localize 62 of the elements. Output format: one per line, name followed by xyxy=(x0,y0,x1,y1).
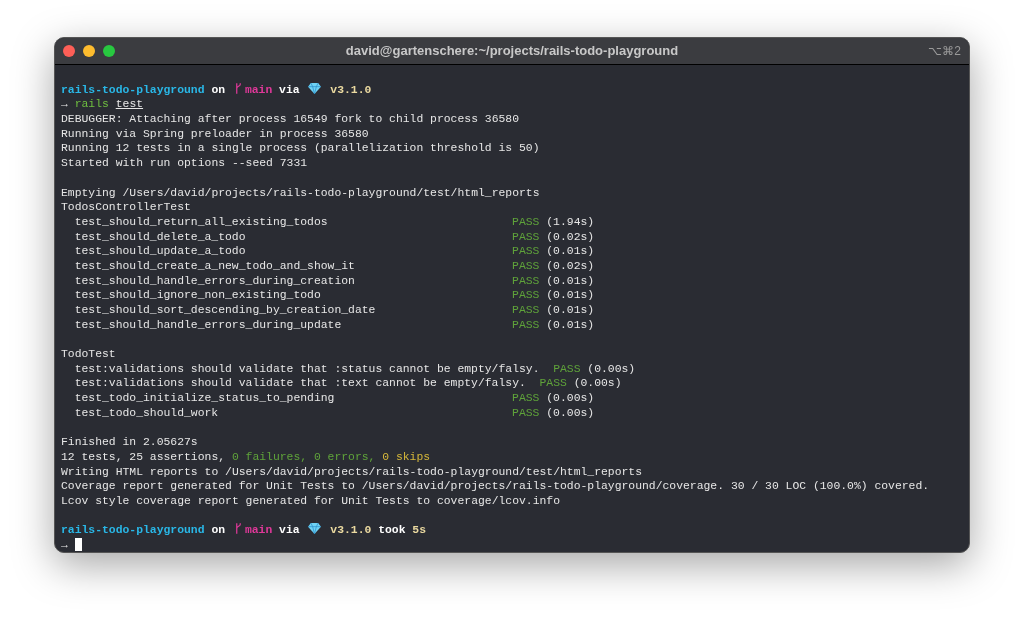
branch-icon xyxy=(234,82,242,94)
branch-name: main xyxy=(244,524,273,537)
test-result: PASS (0.01s) xyxy=(512,304,595,316)
prompt-text: via xyxy=(279,524,300,537)
prompt-text: via xyxy=(279,83,300,96)
test-result: PASS (0.00s) xyxy=(512,392,595,405)
prompt-directory: rails-todo-playground xyxy=(61,524,205,537)
test-name: test_todo_initialize_status_to_pending xyxy=(74,391,336,406)
prompt-text: took xyxy=(378,524,406,537)
window-title: david@gartenschere:~/projects/rails-todo-playground xyxy=(345,42,679,61)
terminal-line: Finished in 2.05627s xyxy=(61,436,198,449)
window-shortcut: ⌥⌘2 xyxy=(928,43,961,60)
test-result: PASS (0.02s) xyxy=(512,230,595,243)
prompt-text: on xyxy=(211,524,226,537)
command-text: rails xyxy=(74,98,109,111)
test-result: PASS (0.00s) xyxy=(539,377,622,390)
test-result: PASS (0.02s) xyxy=(512,259,595,272)
test-name: test_should_handle_errors_during_update xyxy=(74,317,343,333)
test-name: test_should_create_a_new_todo_and_show_it xyxy=(74,258,356,274)
branch-icon xyxy=(234,523,242,535)
test-result: PASS (0.01s) xyxy=(512,274,595,287)
test-name: test_should_handle_errors_during_creation xyxy=(74,273,356,289)
test-name: test_should_delete_a_todo xyxy=(74,229,247,245)
test-result: PASS (0.00s) xyxy=(553,362,636,375)
prompt-text: on xyxy=(211,83,226,96)
terminal-line: TodosControllerTest xyxy=(61,201,191,214)
zoom-button[interactable] xyxy=(103,45,115,57)
terminal-line: Running 12 tests in a single process (parallelization threshold is 50) xyxy=(61,142,540,155)
close-button[interactable] xyxy=(63,45,75,57)
test-result: PASS (0.01s) xyxy=(512,318,595,331)
prompt-directory: rails-todo-playground xyxy=(61,83,205,96)
gem-icon xyxy=(308,523,322,535)
test-name: test_should_sort_descending_by_creation_date xyxy=(74,303,377,318)
terminal-line: Lcov style coverage report generated for Unit Tests to coverage/lcov.info xyxy=(61,494,560,507)
test-name: test_should_return_all_existing_todos xyxy=(74,214,329,230)
command-duration: 5s xyxy=(412,524,426,537)
prompt-arrow: → xyxy=(61,539,68,551)
test-name: test_should_ignore_non_existing_todo xyxy=(74,288,322,303)
test-name: test:validations should validate that :status cannot be empty/falsy. xyxy=(74,361,540,377)
terminal-line: Running via Spring preloader in process 36580 xyxy=(61,127,369,140)
summary-line: 12 tests, 25 assertions, 0 failures, 0 errors, 0 skips xyxy=(61,450,431,463)
test-result: PASS (0.01s) xyxy=(512,245,595,258)
test-result: PASS (0.00s) xyxy=(512,406,595,419)
ruby-version: v3.1.0 xyxy=(330,524,372,537)
minimize-button[interactable] xyxy=(83,45,95,57)
test-name: test_todo_should_work xyxy=(74,405,220,421)
ruby-version: v3.1.0 xyxy=(330,83,372,96)
test-name: test_should_update_a_todo xyxy=(74,244,247,259)
text-cursor xyxy=(74,538,82,551)
terminal-line: Emptying /Users/david/projects/rails-todo-playground/test/html_reports xyxy=(61,186,540,199)
branch-name: main xyxy=(244,83,273,96)
prompt-arrow: → xyxy=(61,98,68,111)
gem-icon xyxy=(308,82,322,94)
terminal-line: DEBUGGER: Attaching after process 16549 fork to child process 36580 xyxy=(61,113,519,126)
terminal-line: Coverage report generated for Unit Tests to /Users/david/projects/rails-todo-playground/coverage. 30 / 30 LOC (100.0%) covered. xyxy=(61,480,930,493)
test-result: PASS (1.94s) xyxy=(512,215,595,228)
test-result: PASS (0.01s) xyxy=(512,289,595,302)
terminal-line: TodoTest xyxy=(61,348,116,361)
test-name: test:validations should validate that :text cannot be empty/falsy. xyxy=(74,376,526,392)
terminal-line: Writing HTML reports to /Users/david/projects/rails-todo-playground/test/html_reports xyxy=(61,465,643,478)
terminal-line: Started with run options --seed 7331 xyxy=(61,157,308,170)
command-argument: test xyxy=(115,98,144,111)
